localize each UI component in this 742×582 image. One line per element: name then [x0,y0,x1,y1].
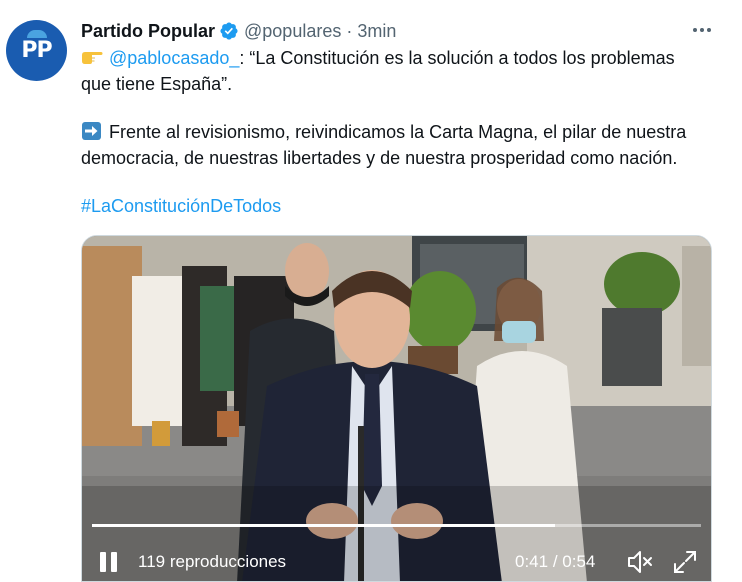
quote-text-line-1: : “La Constitución es la solución a todo… [239,48,675,68]
pp-logo-bird [26,29,47,38]
avatar[interactable]: PP [6,20,67,81]
mention-link[interactable]: @pablocasado_ [109,48,239,68]
fullscreen-icon[interactable] [672,549,698,575]
pp-logo-text: PP [21,37,52,63]
video-timecode: 0:41 / 0:54 [515,552,595,572]
quote-text-line-2: que tiene España”. [81,74,233,94]
tweet-header: Partido Popular @populares · 3min [81,18,396,44]
right-arrow-emoji-icon [82,122,101,140]
paragraph-2-line-1: Frente al revisionismo, reivindicamos la… [109,122,687,142]
tweet-paragraph-3: #LaConstituciónDeTodos [81,193,731,219]
paragraph-2-line-2: democracia, de nuestras libertades y de … [81,148,678,168]
elapsed-time: 0:41 [515,552,549,571]
verified-badge-icon [220,22,238,40]
pointing-right-emoji-icon [82,52,103,64]
view-count: 119 reproducciones [138,552,287,571]
tweet-timestamp[interactable]: 3min [357,21,396,42]
video-frame [82,236,711,581]
video-progress-fill [92,524,555,527]
author-name[interactable]: Partido Popular [81,21,215,42]
tweet-card[interactable]: PP Partido Popular @populares · 3min @pa… [0,0,742,582]
time-separator: / [548,552,563,571]
tweet-paragraph-1: @pablocasado_: “La Constitución es la so… [81,45,731,97]
video-progress-bar[interactable] [92,524,701,527]
total-duration: 0:54 [562,552,596,571]
pause-icon[interactable] [99,550,119,574]
pp-logo: PP [17,29,57,66]
video-player[interactable]: 119 reproducciones 0:41 / 0:54 [81,235,712,582]
header-separator: · [346,20,353,41]
video-controls: 119 reproducciones 0:41 / 0:54 [82,541,711,581]
author-handle[interactable]: @populares [244,21,341,42]
hashtag-link[interactable]: #LaConstituciónDeTodos [81,196,281,216]
more-options-icon[interactable] [689,19,715,41]
muted-speaker-icon[interactable] [626,549,654,575]
tweet-paragraph-2: Frente al revisionismo, reivindicamos la… [81,119,731,171]
